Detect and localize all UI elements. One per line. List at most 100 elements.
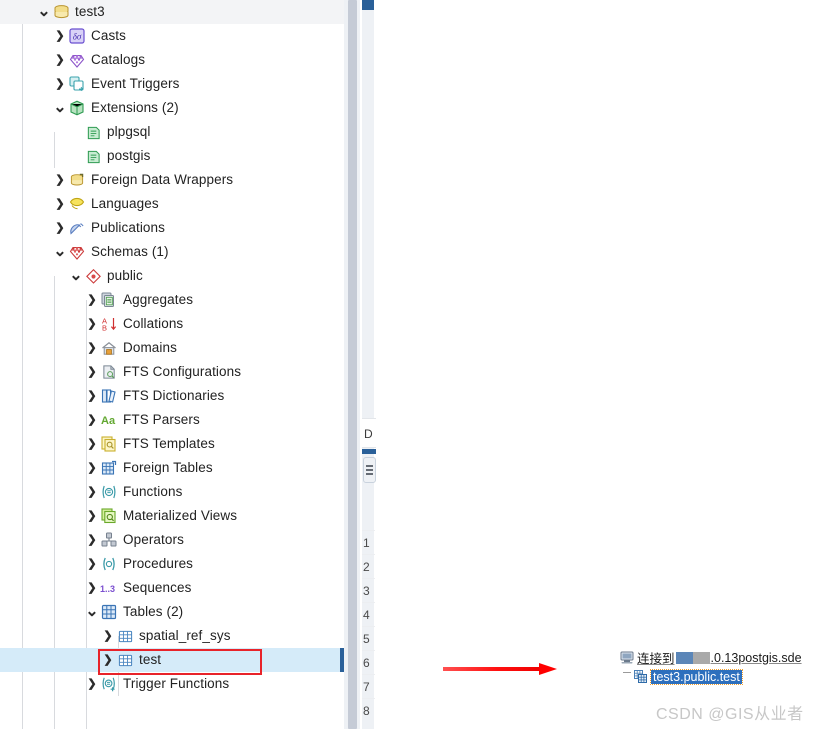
tree-item-fts-dictionaries[interactable]: ❯ FTS Dictionaries [0,384,344,408]
tree-item-label: Operators [123,532,184,547]
tree-item-label: Trigger Functions [123,676,230,691]
grid-row-number: 8 [362,698,375,722]
grid-row-number: 7 [362,674,375,698]
chevron-down-icon[interactable]: ⌄ [36,4,52,20]
tree-item-label: Casts [91,28,127,43]
tree-item-casts[interactable]: ❯ δσ Casts [0,24,344,48]
tree-item-aggregates[interactable]: ❯ Aggregates [0,288,344,312]
tree-item-label: FTS Templates [123,436,215,451]
grid-row-number: 6 [362,650,375,674]
tree-item-catalogs[interactable]: ❯ Catalogs [0,48,344,72]
casts-icon: δσ [68,27,86,45]
tree-item-postgis[interactable]: postgis [0,144,344,168]
tree-scrollbar-track[interactable] [344,0,360,729]
chevron-right-icon[interactable]: ❯ [84,408,100,432]
tree-item-event-triggers[interactable]: ❯ Event Triggers [0,72,344,96]
tree-item-procedures[interactable]: ❯ Procedures [0,552,344,576]
tree-row-list[interactable]: ⌄ test3 ❯ δσ Casts ❯ Catalogs ❯ Event Triggers ⌄ E… [0,0,344,696]
tree-item-domains[interactable]: ❯ Domains [0,336,344,360]
grid-column-header[interactable]: D [362,418,376,448]
tree-item-trigger-functions[interactable]: ❯ Trigger Functions [0,672,344,696]
domains-icon [100,339,118,357]
chevron-right-icon[interactable]: ❯ [52,72,68,96]
chevron-right-icon[interactable]: ❯ [84,288,100,312]
tree-item-fts-parsers[interactable]: ❯ Aa FTS Parsers [0,408,344,432]
tree-item-public[interactable]: ⌄ public [0,264,344,288]
tree-item-test[interactable]: ❯ test [0,648,344,672]
tree-item-spatial-ref-sys[interactable]: ❯ spatial_ref_sys [0,624,344,648]
tree-item-label: Functions [123,484,183,499]
chevron-right-icon[interactable]: ❯ [52,216,68,240]
chevron-right-icon[interactable]: ❯ [84,312,100,336]
chevron-right-icon[interactable]: ❯ [84,576,100,600]
tree-item-foreign-data-wrappers[interactable]: ❯ Foreign Data Wrappers [0,168,344,192]
tree-item-collations[interactable]: ❯ A B Collations [0,312,344,336]
tree-item-languages[interactable]: ❯ Languages [0,192,344,216]
fts-templates-icon [100,435,118,453]
tree-item-foreign-tables[interactable]: ❯ Foreign Tables [0,456,344,480]
chevron-down-icon[interactable]: ⌄ [84,604,100,620]
chevron-right-icon[interactable]: ❯ [84,504,100,528]
chevron-right-icon[interactable]: ❯ [84,456,100,480]
tree-item-plpgsql[interactable]: plpgsql [0,120,344,144]
chevron-right-icon[interactable]: ❯ [84,384,100,408]
grid-row-number: 1 [362,530,375,554]
chevron-down-icon[interactable]: ⌄ [52,244,68,260]
tree-item-label: Sequences [123,580,192,595]
chevron-down-icon[interactable]: ⌄ [68,268,84,284]
object-browser-tree[interactable]: ⌄ test3 ❯ δσ Casts ❯ Catalogs ❯ Event Triggers ⌄ E… [0,0,344,729]
tree-scrollbar-thumb[interactable] [348,0,357,729]
sde-feature-class-row[interactable]: test3.public.test [619,667,815,686]
tree-item-label: Materialized Views [123,508,238,523]
extensions-icon [68,99,86,117]
tree-item-fts-templates[interactable]: ❯ FTS Templates [0,432,344,456]
foreign-tables-icon [100,459,118,477]
tree-item-label: plpgsql [107,124,151,139]
tree-item-tables-2[interactable]: ⌄ Tables (2) [0,600,344,624]
grid-row-number: 5 [362,626,375,650]
sde-connection-row[interactable]: 连接到 .0.13postgis.sde [619,648,815,667]
chevron-right-icon[interactable]: ❯ [52,192,68,216]
schema-icon [84,267,102,285]
chevron-right-icon[interactable]: ❯ [84,528,100,552]
chevron-right-icon[interactable]: ❯ [84,336,100,360]
data-output-grid[interactable]: D 12345678 [362,0,819,729]
chevron-right-icon[interactable]: ❯ [52,24,68,48]
chevron-right-icon[interactable]: ❯ [52,168,68,192]
tree-item-label: test3 [75,4,105,19]
chevron-right-icon[interactable]: ❯ [84,360,100,384]
procedures-icon [100,555,118,573]
tree-item-label: Extensions (2) [91,100,179,115]
tree-item-publications[interactable]: ❯ Publications [0,216,344,240]
selected-feature-class-label[interactable]: test3.public.test [650,668,743,685]
tree-item-materialized-views[interactable]: ❯ Materialized Views [0,504,344,528]
aggregates-icon [100,291,118,309]
sde-connection-callout: 连接到 .0.13postgis.sde test3.public.test [619,648,815,686]
chevron-right-icon[interactable]: ❯ [100,624,116,648]
chevron-right-icon[interactable]: ❯ [84,432,100,456]
chevron-right-icon[interactable]: ❯ [52,48,68,72]
catalogs-icon [68,51,86,69]
tree-item-label: Procedures [123,556,194,571]
chevron-right-icon[interactable]: ❯ [84,672,100,696]
tree-item-schemas-1[interactable]: ⌄ Schemas (1) [0,240,344,264]
tree-item-label: Publications [91,220,165,235]
chevron-right-icon[interactable]: ❯ [84,552,100,576]
chevron-down-icon[interactable]: ⌄ [52,100,68,116]
tree-item-functions[interactable]: ❯ Functions [0,480,344,504]
tree-item-test3[interactable]: ⌄ test3 [0,0,344,24]
tree-item-fts-configurations[interactable]: ❯ FTS Configurations [0,360,344,384]
tree-item-operators[interactable]: ❯ Operators [0,528,344,552]
languages-icon [68,195,86,213]
table-icon [116,627,134,645]
collations-icon: AB [100,315,118,333]
tree-item-sequences[interactable]: ❯ 1..3 Sequences [0,576,344,600]
tree-item-extensions-2[interactable]: ⌄ Extensions (2) [0,96,344,120]
grid-menu-icon[interactable] [363,457,376,483]
tree-item-label: Catalogs [91,52,146,67]
extension-icon [84,147,102,165]
csdn-watermark: CSDN @GIS从业者 [656,706,804,723]
table-icon [116,651,134,669]
chevron-right-icon[interactable]: ❯ [84,480,100,504]
chevron-right-icon[interactable]: ❯ [100,648,116,672]
